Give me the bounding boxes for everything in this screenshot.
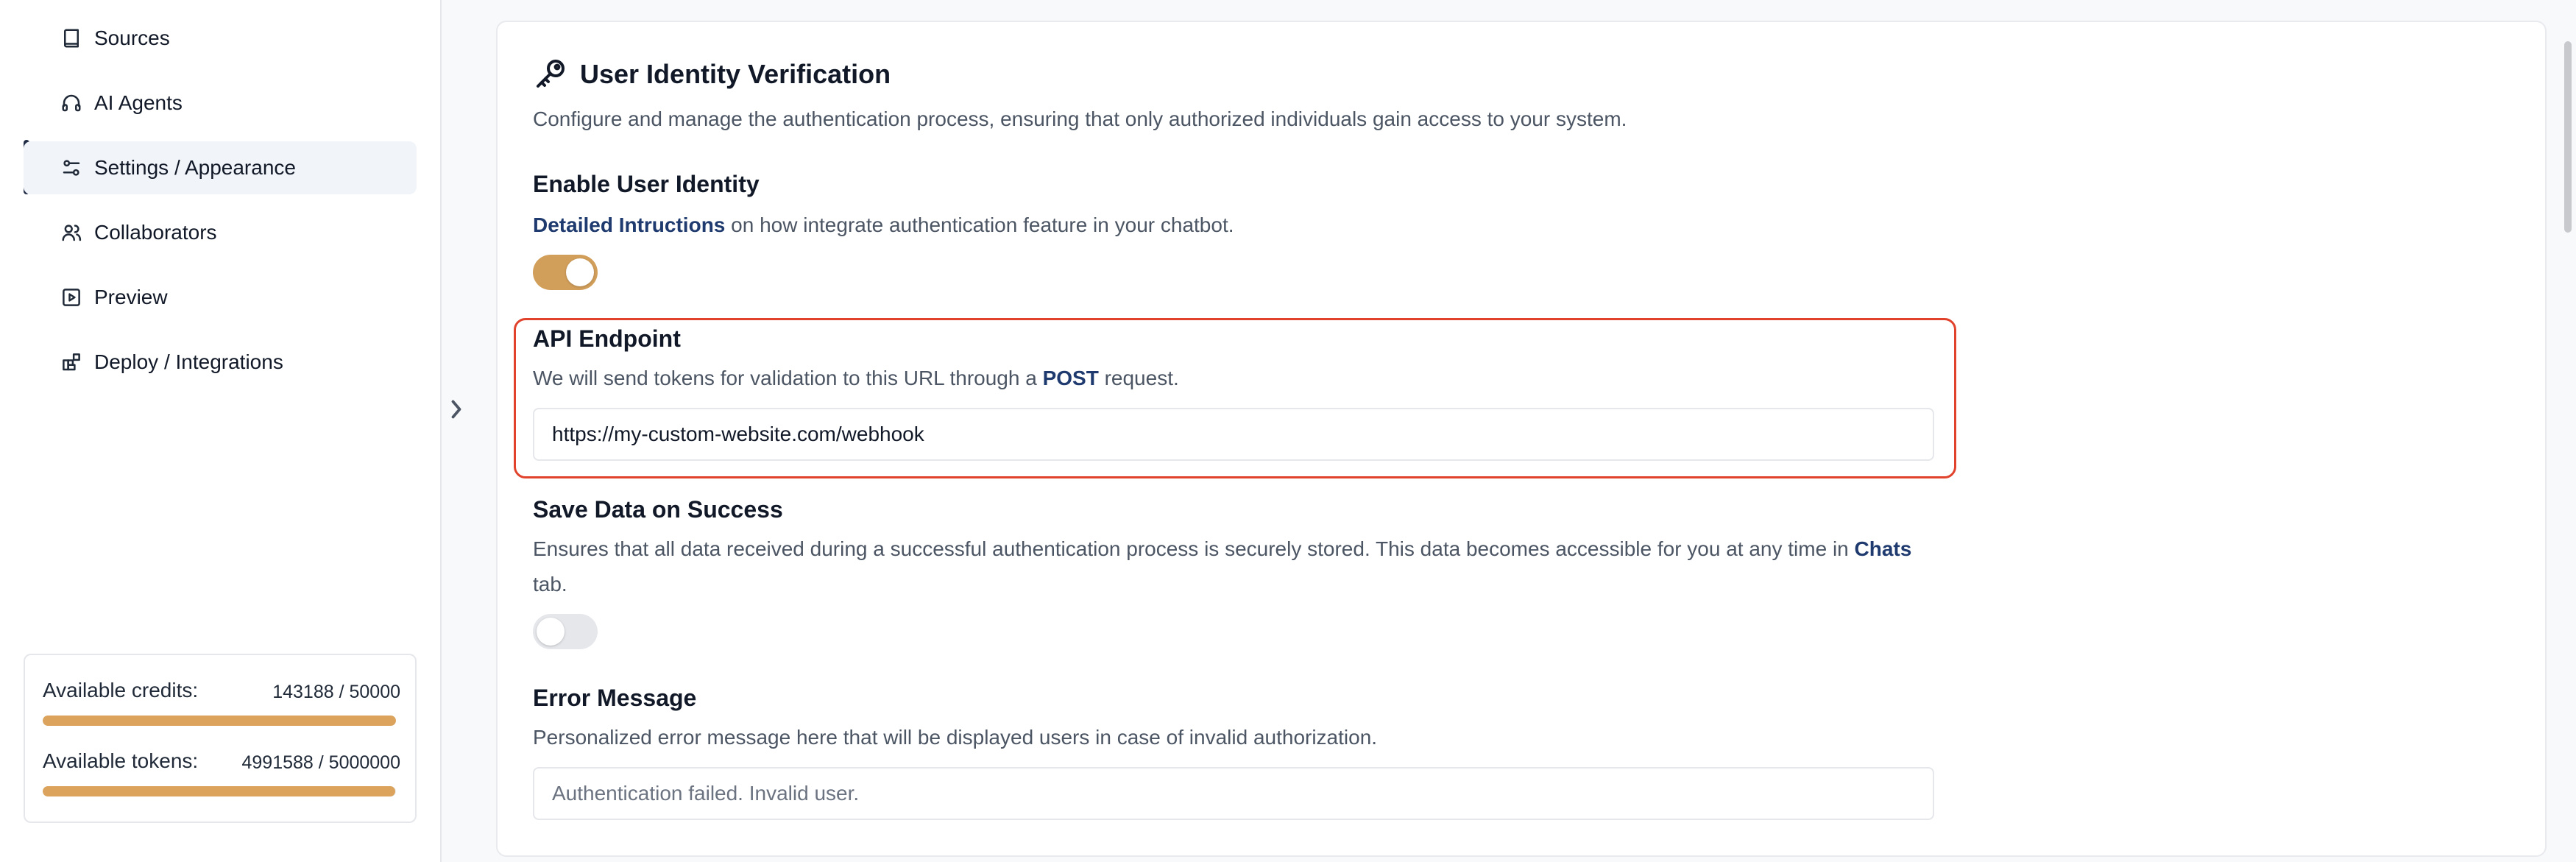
sidebar-item-label: AI Agents: [94, 91, 183, 114]
chevron-right-icon: [451, 400, 461, 419]
play-square-icon: [59, 285, 84, 310]
sidebar-item-preview[interactable]: Preview: [24, 271, 417, 324]
sidebar-collapse-button[interactable]: [442, 383, 471, 436]
sidebar-item-label: Collaborators: [94, 221, 217, 244]
sidebar-item-collaborators[interactable]: Collaborators: [24, 206, 417, 259]
page-subtitle: Configure and manage the authentication …: [533, 107, 1627, 130]
api-endpoint-desc: We will send tokens for validation to th…: [533, 361, 1917, 396]
usage-card: Available credits: 143188 / 50000 Availa…: [24, 654, 417, 823]
sidebar-item-deploy-integrations[interactable]: Deploy / Integrations: [24, 336, 417, 389]
toggle-knob: [566, 258, 594, 286]
page-title: User Identity Verification: [580, 59, 891, 89]
tokens-progress-fill: [43, 786, 396, 796]
sidebar-item-sources[interactable]: Sources: [24, 12, 417, 65]
key-icon: [533, 56, 568, 91]
save-data-desc-post: tab.: [533, 573, 567, 596]
save-data-toggle[interactable]: [533, 614, 598, 649]
sidebar-item-label: Preview: [94, 286, 168, 308]
enable-identity-heading: Enable User Identity: [533, 171, 760, 197]
sidebar-item-label: Settings / Appearance: [94, 156, 296, 179]
tokens-progress: [43, 786, 396, 796]
enable-identity-desc-text: on how integrate authentication feature …: [725, 213, 1234, 236]
users-icon: [59, 220, 84, 245]
sidebar: Sources AI Agents Settings / Appearance …: [0, 0, 442, 862]
error-message-desc: Personalized error message here that wil…: [533, 726, 1378, 749]
credits-value: 143188 / 50000: [272, 682, 400, 702]
detailed-instructions-link[interactable]: Detailed Intructions: [533, 213, 725, 236]
credits-progress-fill: [43, 716, 396, 726]
post-method-label: POST: [1042, 367, 1099, 389]
api-endpoint-heading: API Endpoint: [533, 325, 681, 352]
enable-identity-toggle[interactable]: [533, 255, 598, 290]
enable-identity-desc: Detailed Intructions on how integrate au…: [533, 208, 1917, 243]
book-icon: [59, 26, 84, 51]
api-endpoint-input[interactable]: [533, 408, 1934, 461]
credits-label: Available credits:: [43, 679, 199, 702]
sidebar-item-label: Deploy / Integrations: [94, 350, 283, 373]
chats-tab-label: Chats: [1854, 537, 1912, 560]
sidebar-item-label: Sources: [94, 27, 170, 49]
credits-progress: [43, 716, 396, 726]
tokens-label: Available tokens:: [43, 749, 199, 772]
settings-sliders-icon: [59, 155, 84, 180]
error-message-input[interactable]: [533, 767, 1934, 820]
page-scrollbar[interactable]: [2564, 41, 2572, 233]
toggle-knob: [537, 618, 565, 646]
sidebar-item-ai-agents[interactable]: AI Agents: [24, 77, 417, 130]
blocks-icon: [59, 350, 84, 375]
headphones-icon: [59, 91, 84, 116]
api-endpoint-desc-pre: We will send tokens for validation to th…: [533, 367, 1043, 389]
tokens-value: 4991588 / 5000000: [241, 752, 401, 773]
save-data-desc: Ensures that all data received during a …: [533, 531, 1917, 602]
sidebar-item-settings-appearance[interactable]: Settings / Appearance: [24, 141, 417, 194]
save-data-desc-pre: Ensures that all data received during a …: [533, 537, 1855, 560]
error-message-heading: Error Message: [533, 685, 697, 711]
api-endpoint-desc-post: request.: [1098, 367, 1179, 389]
save-data-heading: Save Data on Success: [533, 496, 783, 523]
